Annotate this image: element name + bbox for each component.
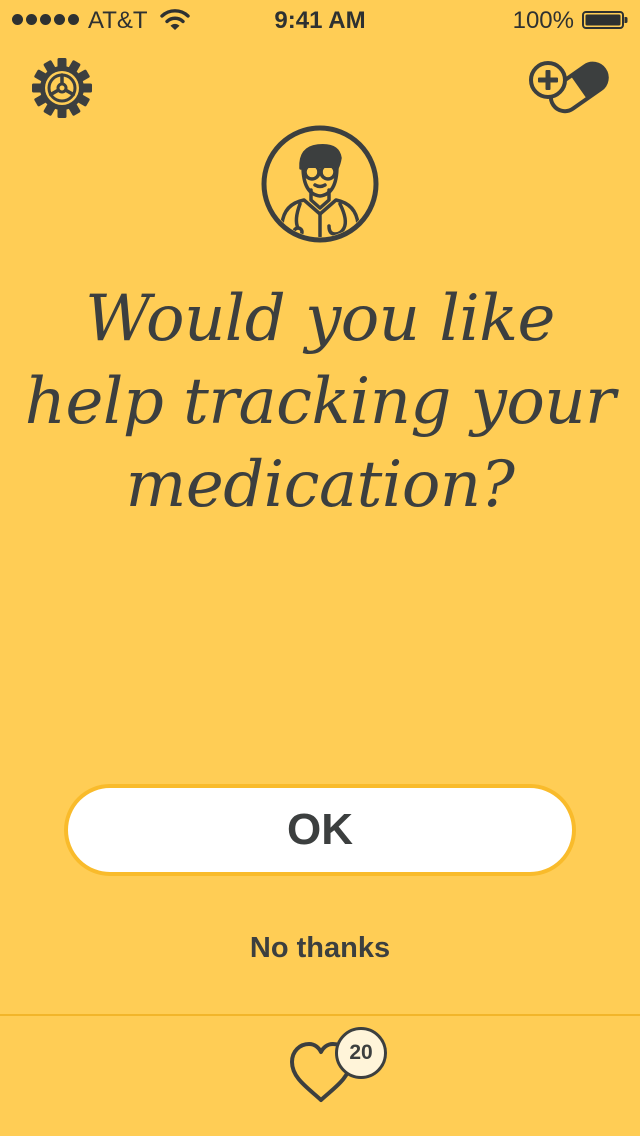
no-thanks-link[interactable]: No thanks <box>200 924 440 972</box>
battery-full-icon <box>582 11 628 29</box>
battery-percent: 100% <box>512 7 574 34</box>
question-line-3: medication? <box>125 448 515 522</box>
question-line-2: help tracking your <box>24 365 616 439</box>
footer-divider <box>0 1014 640 1016</box>
points-badge: 20 <box>335 1027 387 1079</box>
add-pill-icon <box>529 61 609 114</box>
settings-button[interactable] <box>30 56 94 120</box>
doctor-icon <box>261 125 379 243</box>
medication-tracking-question: Would you like help tracking your medica… <box>20 278 620 527</box>
status-bar: AT&T 9:41 AM 100% <box>0 0 640 40</box>
doctor-avatar <box>260 124 380 244</box>
ok-button[interactable]: OK <box>64 784 576 876</box>
question-line-1: Would you like <box>85 282 555 356</box>
add-medication-button[interactable] <box>526 52 610 116</box>
gear-icon <box>32 58 92 118</box>
